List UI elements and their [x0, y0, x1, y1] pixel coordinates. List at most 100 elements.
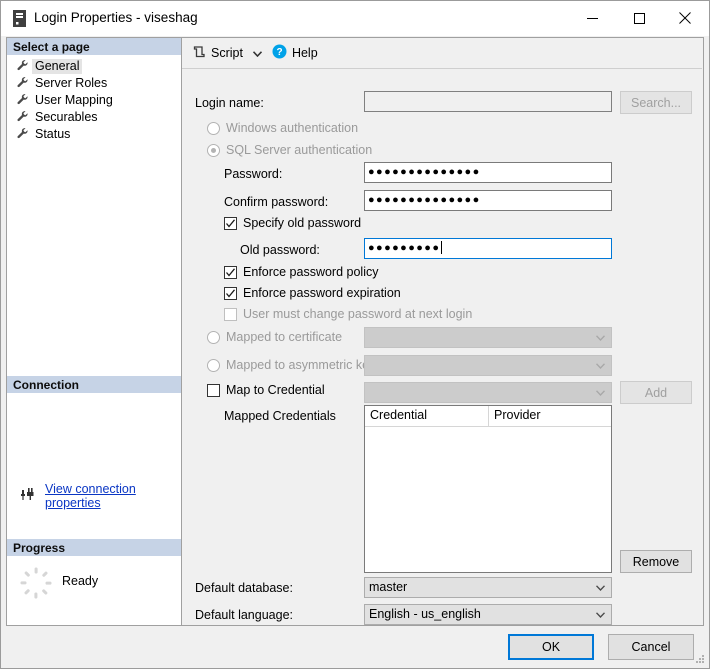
chevron-down-icon [596, 578, 605, 597]
checkbox-unchecked-icon [207, 383, 220, 397]
old-password-input[interactable]: ●●●●●●●●● [364, 238, 612, 259]
radio-icon [207, 330, 220, 344]
map-to-credential-dropdown[interactable] [364, 382, 612, 403]
select-a-page-header: Select a page [7, 38, 181, 55]
chevron-down-icon [596, 356, 605, 375]
mapped-to-certificate-dropdown[interactable] [364, 327, 612, 348]
sidebar-item-label: Status [35, 127, 71, 141]
view-connection-properties-row[interactable]: View connection properties [21, 482, 181, 510]
mapped-to-certificate-radio[interactable]: Mapped to certificate [207, 330, 342, 344]
sidebar-item-label: Server Roles [35, 76, 108, 90]
connection-body: View connection properties [7, 393, 181, 511]
maximize-button[interactable] [616, 1, 662, 35]
progress-section: Progress Ready [7, 539, 181, 626]
general-form: Login name: Search... Windows authentica… [182, 69, 702, 626]
sidebar-item-label: General [32, 59, 83, 74]
sidebar-item-label: User Mapping [35, 93, 113, 107]
enforce-password-expiration-label: Enforce password expiration [243, 286, 401, 300]
sidebar-item-label: Securables [35, 110, 98, 124]
user-must-change-password-checkbox[interactable]: User must change password at next login [224, 307, 472, 321]
svg-text:?: ? [276, 47, 282, 58]
sidebar-item-securables[interactable]: Securables [7, 109, 181, 126]
help-circle-icon: ? [272, 44, 287, 62]
mapped-to-certificate-label: Mapped to certificate [226, 330, 343, 344]
progress-status: Ready [62, 574, 99, 588]
column-header-provider[interactable]: Provider [489, 406, 541, 426]
window-title: Login Properties - viseshag [34, 10, 198, 25]
sidebar-item-user-mapping[interactable]: User Mapping [7, 92, 181, 109]
confirm-password-input[interactable]: ●●●●●●●●●●●●●● [364, 190, 612, 211]
add-credential-button[interactable]: Add [620, 381, 692, 404]
radio-icon [207, 121, 220, 135]
server-icon [13, 10, 26, 27]
search-button[interactable]: Search... [620, 91, 692, 114]
mapped-credentials-grid[interactable]: Credential Provider [364, 405, 612, 573]
old-password-label: Old password: [240, 243, 320, 257]
resize-grip-icon[interactable] [694, 653, 706, 665]
confirm-password-value: ●●●●●●●●●●●●●● [368, 194, 481, 207]
default-language-dropdown[interactable]: English - us_english [364, 604, 612, 625]
connection-plug-icon [21, 487, 37, 505]
help-button[interactable]: ? Help [268, 42, 322, 64]
progress-header: Progress [7, 539, 181, 556]
mapped-credentials-label: Mapped Credentials [224, 409, 336, 423]
chevron-down-icon [596, 328, 605, 347]
enforce-password-policy-label: Enforce password policy [243, 265, 379, 279]
login-name-input[interactable] [364, 91, 612, 112]
password-input[interactable]: ●●●●●●●●●●●●●● [364, 162, 612, 183]
checkbox-checked-icon [224, 265, 237, 279]
mapped-to-asymmetric-key-label: Mapped to asymmetric key [226, 358, 376, 372]
default-database-dropdown[interactable]: master [364, 577, 612, 598]
text-caret [441, 241, 443, 254]
script-button[interactable]: Script [188, 42, 247, 64]
toolbar: Script ? Help [182, 38, 702, 69]
mapped-to-asymmetric-key-radio[interactable]: Mapped to asymmetric key [207, 358, 375, 372]
progress-body: Ready [7, 556, 181, 626]
enforce-password-expiration-checkbox[interactable]: Enforce password expiration [224, 286, 401, 300]
mapped-credentials-header-row: Credential Provider [365, 406, 611, 427]
default-language-label: Default language: [195, 608, 293, 622]
password-value: ●●●●●●●●●●●●●● [368, 166, 481, 179]
default-language-value: English - us_english [369, 607, 481, 621]
wrench-icon [16, 76, 32, 92]
map-to-credential-checkbox[interactable]: Map to Credential [207, 383, 325, 397]
ok-button[interactable]: OK [508, 634, 594, 660]
radio-icon [207, 358, 220, 372]
main-panel: Script ? Help Login name: Search... Wind… [182, 37, 704, 626]
mapped-to-asymmetric-key-dropdown[interactable] [364, 355, 612, 376]
remove-credential-button[interactable]: Remove [620, 550, 692, 573]
column-header-credential[interactable]: Credential [365, 406, 489, 426]
script-label: Script [211, 46, 243, 60]
view-connection-properties-link[interactable]: View connection properties [45, 482, 181, 510]
checkbox-unchecked-icon [224, 307, 237, 321]
login-name-label: Login name: [195, 96, 264, 110]
wrench-icon [16, 93, 32, 109]
sql-server-authentication-radio[interactable]: SQL Server authentication [207, 143, 372, 157]
login-properties-dialog: Login Properties - viseshag Select a pag… [0, 0, 710, 669]
cancel-button[interactable]: Cancel [608, 634, 694, 660]
help-label: Help [291, 46, 318, 60]
script-dropdown-button[interactable] [247, 42, 268, 64]
minimize-button[interactable] [569, 1, 615, 35]
old-password-value: ●●●●●●●●● [368, 242, 441, 255]
windows-authentication-label: Windows authentication [226, 121, 359, 135]
enforce-password-policy-checkbox[interactable]: Enforce password policy [224, 265, 378, 279]
default-database-label: Default database: [195, 581, 293, 595]
radio-selected-icon [207, 143, 220, 157]
script-icon [192, 45, 206, 62]
default-database-value: master [369, 580, 408, 594]
wrench-icon [16, 59, 32, 75]
checkbox-checked-icon [224, 216, 237, 230]
dialog-footer: OK Cancel [1, 626, 709, 668]
spinner-icon [19, 566, 53, 600]
sidebar-item-general[interactable]: General [7, 58, 181, 75]
map-to-credential-label: Map to Credential [226, 383, 325, 397]
sidebar-item-server-roles[interactable]: Server Roles [7, 75, 181, 92]
wrench-icon [16, 110, 32, 126]
connection-section: Connection View connection properties [7, 376, 181, 511]
windows-authentication-radio[interactable]: Windows authentication [207, 121, 358, 135]
sidebar-item-status[interactable]: Status [7, 126, 181, 143]
close-button[interactable] [662, 1, 708, 35]
specify-old-password-checkbox[interactable]: Specify old password [224, 216, 361, 230]
sql-server-authentication-label: SQL Server authentication [226, 143, 373, 157]
